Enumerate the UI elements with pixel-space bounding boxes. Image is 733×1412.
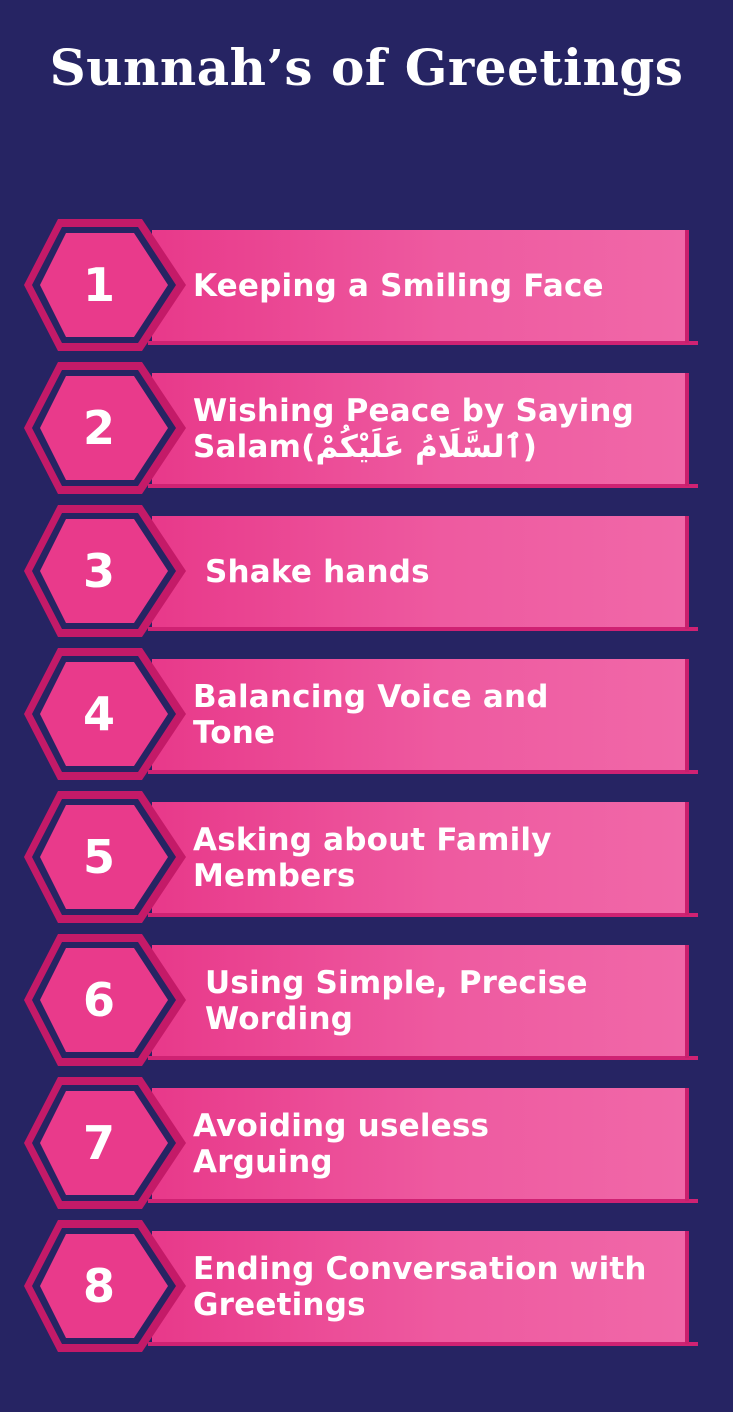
item-label: Balancing Voice and Tone [193, 679, 549, 751]
list-item-5: 5 Asking about Family Members [0, 787, 733, 927]
item-number: 4 [82, 687, 115, 741]
list-item-4: 4 Balancing Voice and Tone [0, 644, 733, 784]
list-item-8: 8 Ending Conversation with Greetings [0, 1216, 733, 1356]
item-label: Using Simple, Precise Wording [205, 965, 588, 1037]
item-label: Keeping a Smiling Face [193, 268, 604, 304]
banner-shadow-edge [685, 659, 689, 772]
banner-shadow-edge [685, 1088, 689, 1201]
item-label: Wishing Peace by Saying Salam(ٱلسَّلَامُ… [193, 393, 635, 465]
banner-shadow-edge [685, 230, 689, 343]
page-title: Sunnah’s of Greetings [49, 38, 684, 97]
banner-shadow-edge [685, 373, 689, 486]
item-label: Avoiding useless Arguing [193, 1108, 490, 1180]
item-number: 7 [82, 1116, 115, 1170]
item-number: 1 [82, 258, 115, 312]
banner-shadow-edge [685, 1231, 689, 1344]
list-item-2: 2 Wishing Peace by Saying Salam(ٱلسَّلَا… [0, 358, 733, 498]
list-item-7: 7 Avoiding useless Arguing [0, 1073, 733, 1213]
item-number: 8 [82, 1259, 115, 1313]
item-label: Shake hands [205, 554, 430, 590]
banner-shadow-edge [685, 802, 689, 915]
item-number: 5 [82, 830, 115, 884]
list-item-1: 1 Keeping a Smiling Face [0, 215, 733, 355]
item-number: 2 [82, 401, 115, 455]
item-label: Asking about Family Members [193, 822, 552, 894]
list-item-6: 6 Using Simple, Precise Wording [0, 930, 733, 1070]
item-number: 3 [82, 544, 115, 598]
list-item-3: 3 Shake hands [0, 501, 733, 641]
item-number: 6 [82, 973, 115, 1027]
item-label: Ending Conversation with Greetings [193, 1251, 647, 1323]
banner-shadow-edge [685, 945, 689, 1058]
